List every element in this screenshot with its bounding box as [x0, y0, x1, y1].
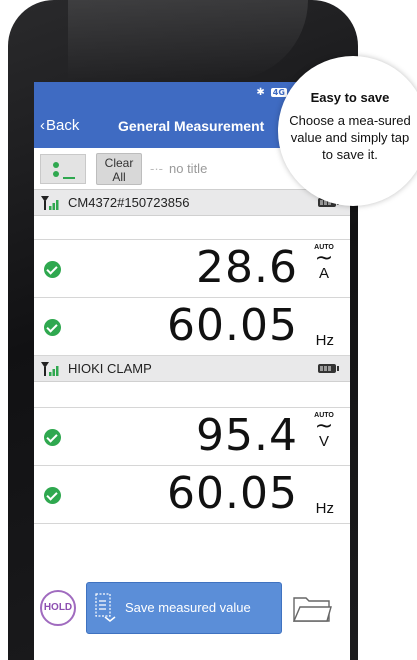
all-label: All [112, 170, 126, 184]
reading-row[interactable]: 60.05 Hz [34, 298, 350, 356]
list-dot-icon [53, 171, 59, 177]
save-button-label: Save measured value [125, 600, 251, 615]
check-icon [44, 319, 61, 336]
reading-row[interactable]: 60.05 Hz [34, 466, 350, 524]
bottom-action-bar: HOLD Save measured value [34, 578, 350, 660]
row-spacer [34, 216, 350, 240]
folder-icon[interactable] [292, 592, 332, 624]
unit-indicator: AUTO ~ A [310, 244, 338, 281]
title-field[interactable]: -·- no title [150, 161, 207, 176]
reading-value: 95.4 [196, 410, 298, 461]
unit-label: Hz [315, 500, 334, 517]
back-label: Back [46, 117, 80, 134]
row-spacer [34, 382, 350, 408]
edit-dash-icon: -·- [150, 161, 163, 176]
reading-row[interactable]: 28.6 AUTO ~ A [34, 240, 350, 298]
network-badge: 4G [270, 88, 287, 97]
callout-title: Easy to save [310, 90, 390, 105]
bluetooth-icon: ✱ [256, 87, 265, 98]
save-measured-value-button[interactable]: Save measured value [86, 582, 282, 634]
callout-body: Choose a mea-sured value and simply tap … [289, 113, 411, 162]
reading-value: 60.05 [167, 300, 298, 351]
back-button[interactable]: ‹Back [40, 117, 79, 134]
reading-value: 60.05 [167, 468, 298, 519]
device-header: HIOKI CLAMP [34, 356, 350, 382]
save-icon [95, 593, 116, 622]
signal-strength-icon [41, 362, 59, 376]
reading-row[interactable]: 95.4 AUTO ~ V [34, 408, 350, 466]
check-icon [44, 487, 61, 504]
row-spacer [34, 524, 350, 578]
clear-all-button[interactable]: Clear All [96, 153, 142, 185]
title-placeholder: no title [169, 161, 208, 176]
battery-icon [318, 364, 339, 373]
list-line-icon [63, 177, 75, 179]
phone-gloss [68, 0, 308, 80]
list-toggle-button[interactable] [40, 154, 86, 184]
feature-callout: Easy to save Choose a mea-sured value an… [278, 56, 417, 206]
reading-value: 28.6 [196, 242, 298, 293]
device-name: CM4372#150723856 [68, 195, 190, 210]
check-icon [44, 261, 61, 278]
clear-label: Clear [104, 156, 134, 170]
page-title: General Measurement [118, 118, 265, 134]
device-header: CM4372#150723856 [34, 190, 350, 216]
hold-button[interactable]: HOLD [40, 590, 76, 626]
unit-label: Hz [315, 332, 334, 349]
check-icon [44, 429, 61, 446]
chevron-left-icon: ‹ [40, 117, 45, 134]
signal-strength-icon [41, 196, 59, 210]
unit-indicator: AUTO ~ V [310, 412, 338, 449]
list-dot-icon [53, 162, 59, 168]
device-name: HIOKI CLAMP [68, 361, 152, 376]
